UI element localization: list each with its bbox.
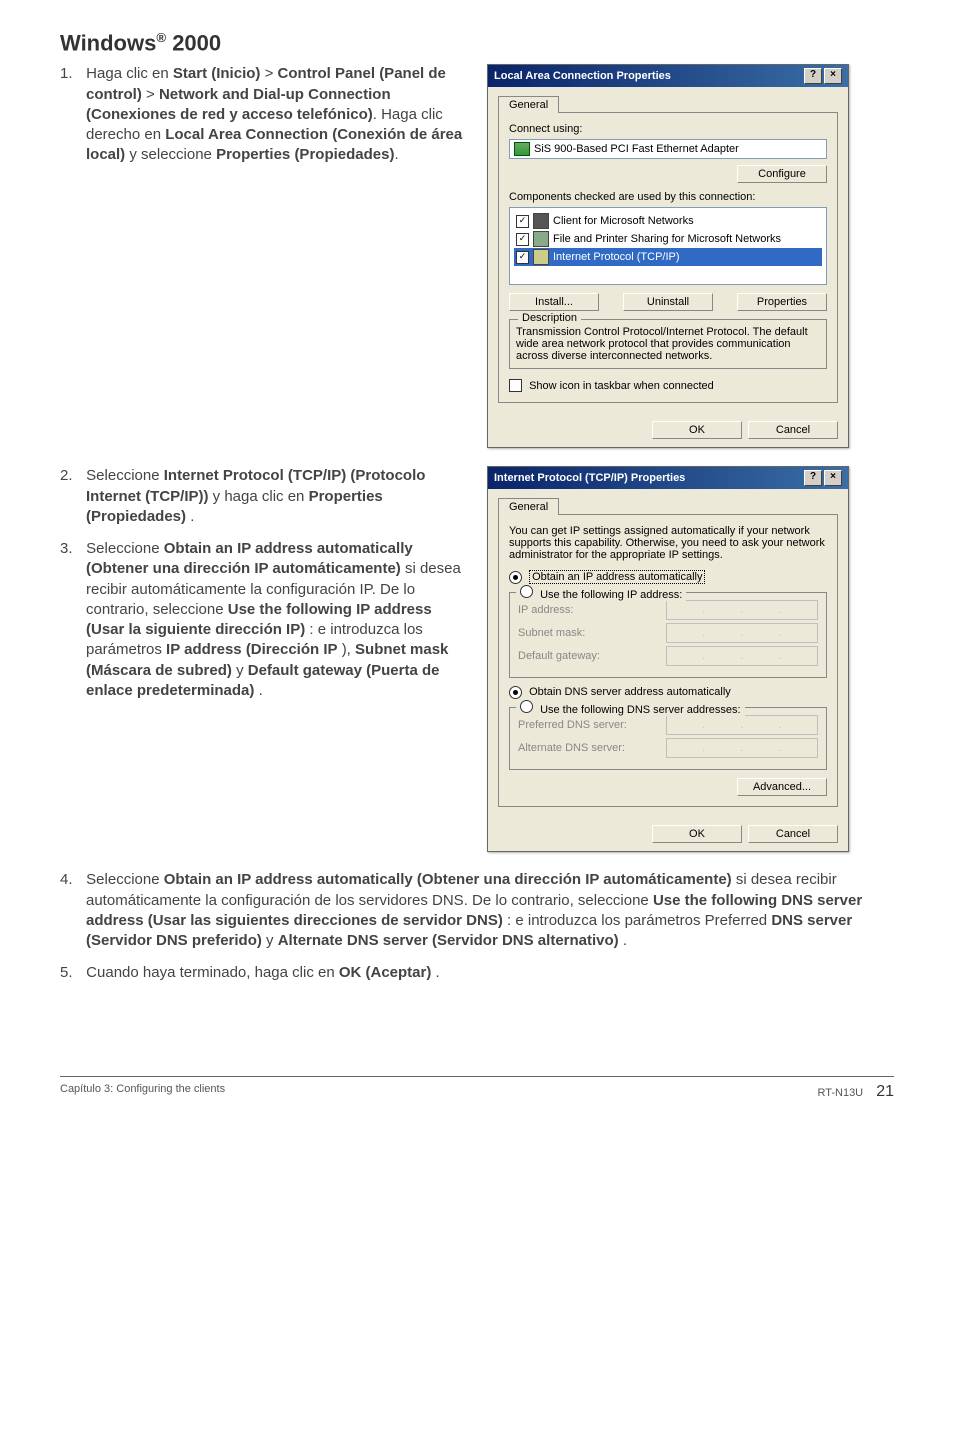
tab-general[interactable]: General	[498, 498, 559, 515]
close-button[interactable]: ×	[824, 68, 842, 84]
radio-obtain-dns-label: Obtain DNS server address automatically	[529, 686, 731, 698]
client-icon	[533, 213, 549, 229]
step-5-text: 5. Cuando haya terminado, haga clic en O…	[60, 963, 894, 983]
subnet-mask-field: ...	[666, 623, 818, 643]
dialog1-title: Local Area Connection Properties	[494, 70, 671, 82]
cancel-button[interactable]: Cancel	[748, 421, 838, 439]
connect-using-label: Connect using:	[509, 123, 827, 135]
list-item[interactable]: ✓ Client for Microsoft Networks	[514, 212, 822, 230]
radio-use-ip[interactable]	[520, 585, 533, 598]
protocol-icon	[533, 249, 549, 265]
uninstall-button[interactable]: Uninstall	[623, 293, 713, 311]
radio-use-dns-label: Use the following DNS server addresses:	[540, 704, 741, 716]
radio-use-ip-label: Use the following IP address:	[540, 589, 682, 601]
preferred-dns-label: Preferred DNS server:	[518, 719, 627, 731]
heading-suffix: 2000	[166, 30, 221, 55]
show-icon-label: Show icon in taskbar when connected	[529, 380, 714, 392]
adapter-name: SiS 900-Based PCI Fast Ethernet Adapter	[534, 143, 739, 155]
step-2-text: 2. Seleccione Internet Protocol (TCP/IP)…	[60, 466, 467, 527]
section-heading: Windows® 2000	[60, 30, 894, 56]
footer-model: RT-N13U	[817, 1087, 863, 1099]
local-area-connection-properties-dialog: Local Area Connection Properties ? × Gen…	[487, 64, 849, 448]
network-adapter-icon	[514, 142, 530, 156]
ip-address-label: IP address:	[518, 604, 573, 616]
step-4-text: 4. Seleccione Obtain an IP address autom…	[60, 870, 894, 951]
components-label: Components checked are used by this conn…	[509, 191, 827, 203]
step-2-number: 2.	[60, 466, 82, 486]
ok-button[interactable]: OK	[652, 825, 742, 843]
preferred-dns-field: ...	[666, 715, 818, 735]
use-dns-fieldset: Use the following DNS server addresses: …	[509, 707, 827, 770]
footer-page-number: 21	[876, 1083, 894, 1100]
radio-obtain-ip-label: Obtain an IP address automatically	[529, 570, 705, 584]
heading-prefix: Windows	[60, 30, 156, 55]
radio-obtain-dns[interactable]	[509, 686, 522, 699]
tcpip-properties-dialog: Internet Protocol (TCP/IP) Properties ? …	[487, 466, 849, 852]
step-3-text: 3. Seleccione Obtain an IP address autom…	[60, 539, 467, 701]
step-1-number: 1.	[60, 64, 82, 84]
checkbox-icon[interactable]: ✓	[516, 233, 529, 246]
components-list[interactable]: ✓ Client for Microsoft Networks ✓ File a…	[509, 207, 827, 285]
page-footer: Capítulo 3: Configuring the clients RT-N…	[60, 1076, 894, 1101]
share-icon	[533, 231, 549, 247]
show-icon-checkbox[interactable]	[509, 379, 522, 392]
tcpip-intro-text: You can get IP settings assigned automat…	[509, 525, 827, 561]
alternate-dns-label: Alternate DNS server:	[518, 742, 625, 754]
heading-registered: ®	[156, 30, 166, 45]
advanced-button[interactable]: Advanced...	[737, 778, 827, 796]
list-item-selected[interactable]: ✓ Internet Protocol (TCP/IP)	[514, 248, 822, 266]
list-item[interactable]: ✓ File and Printer Sharing for Microsoft…	[514, 230, 822, 248]
description-text: Transmission Control Protocol/Internet P…	[516, 326, 808, 362]
step-4-number: 4.	[60, 870, 82, 890]
description-box: Description Transmission Control Protoco…	[509, 319, 827, 369]
description-legend: Description	[518, 312, 581, 324]
footer-chapter: Capítulo 3: Configuring the clients	[60, 1083, 225, 1101]
dialog2-title: Internet Protocol (TCP/IP) Properties	[494, 472, 685, 484]
default-gateway-field: ...	[666, 646, 818, 666]
alternate-dns-field: ...	[666, 738, 818, 758]
close-button[interactable]: ×	[824, 470, 842, 486]
radio-obtain-ip[interactable]	[509, 571, 522, 584]
ip-address-field: ...	[666, 600, 818, 620]
use-ip-fieldset: Use the following IP address: IP address…	[509, 592, 827, 678]
step-3-number: 3.	[60, 539, 82, 559]
step-5-number: 5.	[60, 963, 82, 983]
install-button[interactable]: Install...	[509, 293, 599, 311]
help-button[interactable]: ?	[804, 68, 822, 84]
checkbox-icon[interactable]: ✓	[516, 251, 529, 264]
subnet-mask-label: Subnet mask:	[518, 627, 585, 639]
help-button[interactable]: ?	[804, 470, 822, 486]
step-1-text: 1. Haga clic en Start (Inicio) > Control…	[60, 64, 467, 165]
configure-button[interactable]: Configure	[737, 165, 827, 183]
radio-use-dns[interactable]	[520, 700, 533, 713]
properties-button[interactable]: Properties	[737, 293, 827, 311]
ok-button[interactable]: OK	[652, 421, 742, 439]
cancel-button[interactable]: Cancel	[748, 825, 838, 843]
adapter-field: SiS 900-Based PCI Fast Ethernet Adapter	[509, 139, 827, 159]
tab-general[interactable]: General	[498, 96, 559, 113]
default-gateway-label: Default gateway:	[518, 650, 600, 662]
checkbox-icon[interactable]: ✓	[516, 215, 529, 228]
